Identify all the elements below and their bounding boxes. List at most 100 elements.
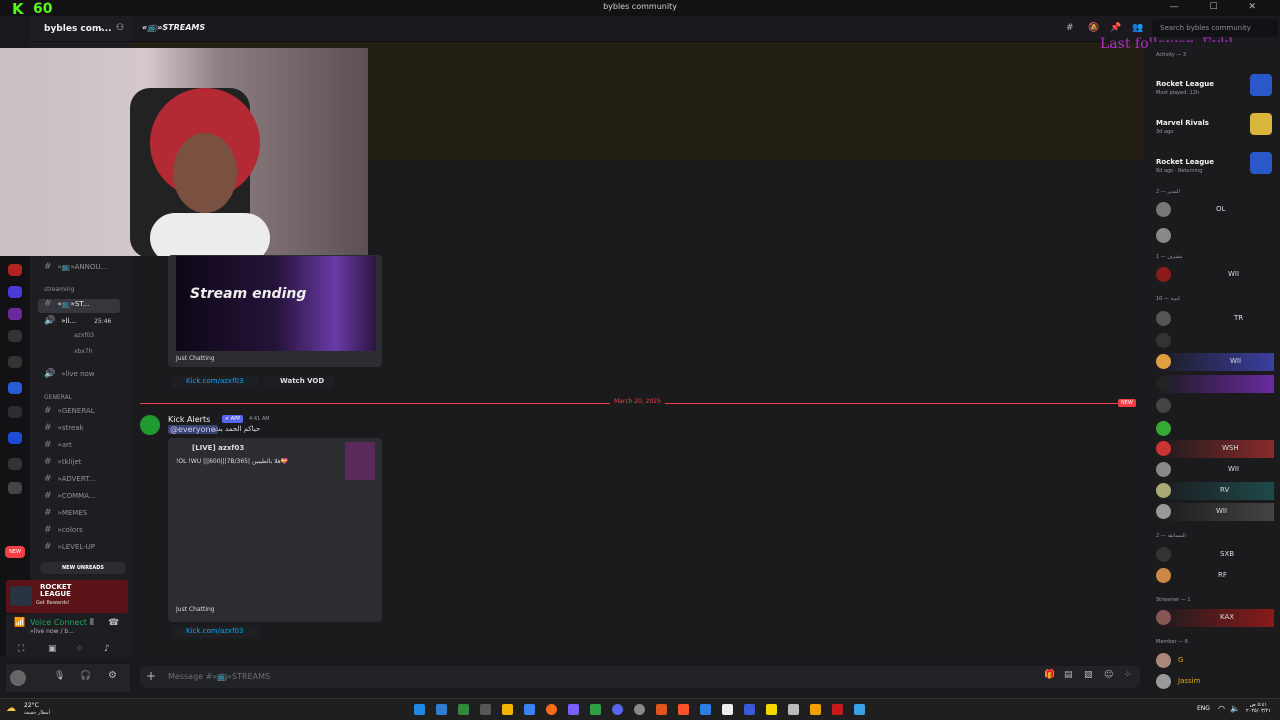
member-item[interactable]: OL [1156,201,1274,219]
member-item[interactable]: Jassim [1156,673,1274,691]
member-item[interactable]: WII [1156,461,1274,479]
app-icon[interactable] [788,704,799,715]
server-icon[interactable] [8,308,22,320]
clock[interactable]: ٥:٤١ ص ٢٠٢٥/٠٣/٢١ [1246,702,1271,714]
app-icon[interactable] [480,704,491,715]
channel-item[interactable]: # »LEVEL-UP [44,542,95,556]
server-icon[interactable] [8,330,22,342]
server-icon[interactable] [8,264,22,276]
member-item[interactable]: RF [1156,567,1274,585]
new-unreads-button[interactable]: NEW UNREADS [40,562,126,574]
link-text[interactable]: Kick.com/azxf03 [186,377,243,385]
language-indicator[interactable]: ENG [1197,705,1210,712]
watch-vod-button[interactable]: Watch VOD [264,376,334,388]
brave-icon[interactable] [678,704,689,715]
link-button[interactable]: Kick.com/azxf03 [172,376,258,388]
member-item[interactable]: WSH [1156,440,1274,458]
app-icon[interactable] [656,704,667,715]
screen-share-icon[interactable]: ▣ [48,644,57,654]
message-composer[interactable]: + Message #«📺»STREAMS 🎁 ▤ ▨ ☺ ⁘ [140,666,1140,688]
member-item[interactable]: G [1156,652,1274,670]
window-controls[interactable]: — ☐ ✕ [1170,2,1270,12]
volume-icon[interactable]: 🔈 [1230,704,1240,713]
channel-item[interactable]: # »tklijet [44,457,82,471]
member-item[interactable]: KAX [1156,609,1274,627]
gear-icon[interactable]: ⚙ [108,670,117,681]
noise-suppression-icon[interactable]: ⫴ [90,618,94,628]
channel-item-active[interactable]: # «📺»ST... [38,299,120,313]
gif-icon[interactable]: ▤ [1064,670,1073,680]
member-item[interactable] [1156,375,1274,393]
plus-icon[interactable]: + [146,669,156,683]
channel-item[interactable]: # »streak [44,423,84,437]
channel-item[interactable]: # »GENERAL [44,406,95,420]
voice-channel-item[interactable]: 🔊 »li... 25:46 [44,316,111,330]
app-icon[interactable] [568,704,579,715]
member-item[interactable] [1156,227,1274,245]
link-text[interactable]: Kick.com/azxf03 [186,627,243,635]
pin-icon[interactable]: 📌 [1110,23,1121,33]
message-author[interactable]: Kick Alerts [168,415,210,424]
search-input[interactable]: Search bybles community [1152,19,1278,37]
voice-user[interactable]: azxf03 [74,332,94,346]
chevron-down-icon[interactable]: ⌄ [98,23,105,32]
embed-thumbnail[interactable] [345,442,375,480]
apps-icon[interactable]: ⁘ [1124,670,1132,680]
weather-temp[interactable]: 22°C [24,702,39,709]
channel-item[interactable]: # »MEMES [44,508,87,522]
avatar[interactable] [10,670,26,686]
server-header[interactable]: bybles com... ⌄ ⚇ [30,16,132,42]
member-item[interactable] [1156,397,1274,415]
camera-icon[interactable]: ⛶ [18,644,24,654]
channel-item[interactable]: # »ADVERT... [44,474,95,488]
server-icon[interactable] [8,458,22,470]
link-button[interactable]: Kick.com/azxf03 [172,626,258,638]
member-item[interactable] [1156,332,1274,350]
gift-icon[interactable]: 🎁 [1044,670,1055,680]
member-item[interactable]: RV [1156,482,1274,500]
server-icon[interactable] [8,406,22,418]
member-item[interactable]: SXB [1156,546,1274,564]
avatar[interactable] [140,415,160,435]
threads-icon[interactable]: # [1066,23,1074,33]
microphone-icon[interactable]: 🎙 [54,671,65,681]
member-item[interactable]: WII [1156,503,1274,521]
voice-channel-item[interactable]: 🔊 »live now [44,369,95,383]
disconnect-icon[interactable]: ☎ [108,618,119,628]
edge-icon[interactable] [524,704,535,715]
voice-user[interactable]: xbx7h [74,348,93,362]
category-general[interactable]: GENERAL [44,394,72,401]
member-item[interactable]: TR [1156,310,1274,328]
folder-icon[interactable] [502,704,513,715]
everyone-mention[interactable]: @everyone [168,425,218,434]
start-icon[interactable] [414,704,425,715]
add-member-icon[interactable]: ⚇ [116,23,124,33]
rocket-league-banner[interactable]: ROCKET LEAGUE Get Rewards! [6,580,128,613]
category-streaming[interactable]: streaming [44,286,74,293]
channel-item[interactable]: # »COMMA... [44,491,96,505]
activity-card[interactable]: Rocket League 8d ago · Returning [1156,148,1276,182]
app-icon[interactable] [722,704,733,715]
channel-item[interactable]: # »colors [44,525,83,539]
discord-icon[interactable] [612,704,623,715]
wifi-icon[interactable]: ◠ [1218,704,1225,713]
notes-icon[interactable] [766,704,777,715]
app-icon[interactable] [744,704,755,715]
channel-item[interactable]: # «📺»ANNOU... [44,262,107,276]
headset-icon[interactable]: 🎧 [80,671,91,681]
adobe-icon[interactable] [832,704,843,715]
member-item[interactable]: WII [1156,353,1274,371]
mute-icon[interactable]: 🔕 [1088,23,1099,33]
server-icon[interactable] [8,382,22,394]
stream-thumbnail[interactable]: Stream ending [176,256,376,351]
channel-item[interactable]: # »art [44,440,72,454]
app-icon[interactable] [810,704,821,715]
activities-icon[interactable]: ⁘ [76,644,84,654]
excel-icon[interactable] [458,704,469,715]
server-icon[interactable] [8,482,22,494]
server-icon[interactable] [8,286,22,298]
emoji-icon[interactable]: ☺ [1104,670,1113,680]
server-icon[interactable] [8,432,22,444]
voice-channel-name[interactable]: »live now / b... [30,628,74,635]
app-icon[interactable] [590,704,601,715]
